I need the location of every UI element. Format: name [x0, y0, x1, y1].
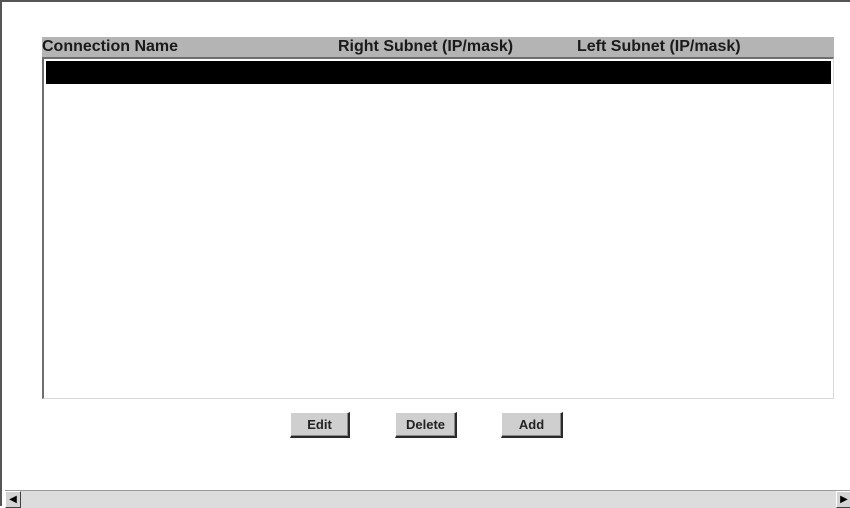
scroll-left-icon[interactable]: ◀ — [5, 491, 21, 508]
connections-panel: Connection Name Right Subnet (IP/mask) L… — [0, 0, 850, 508]
delete-button[interactable]: Delete — [395, 412, 457, 438]
column-header-left-subnet[interactable]: Left Subnet (IP/mask) — [577, 38, 741, 56]
column-header-connection-name[interactable]: Connection Name — [42, 38, 178, 56]
add-button[interactable]: Add — [501, 412, 563, 438]
horizontal-scrollbar[interactable]: ◀ ▶ — [5, 490, 850, 508]
table-header: Connection Name Right Subnet (IP/mask) L… — [42, 37, 834, 57]
selected-list-row[interactable] — [46, 61, 831, 84]
column-header-right-subnet[interactable]: Right Subnet (IP/mask) — [338, 38, 513, 56]
scroll-right-icon[interactable]: ▶ — [836, 491, 850, 508]
edit-button[interactable]: Edit — [290, 412, 350, 438]
connection-list[interactable] — [42, 57, 834, 399]
